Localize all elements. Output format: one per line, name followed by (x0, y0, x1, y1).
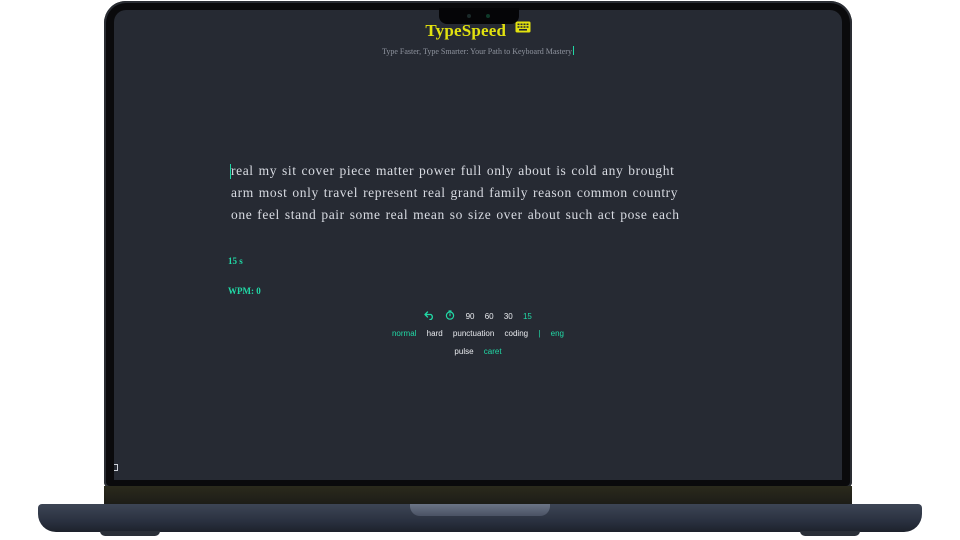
word-line: one feel stand pair some real mean so si… (231, 207, 680, 222)
mode-coding[interactable]: coding (505, 329, 529, 338)
caret-style-pulse[interactable]: pulse (454, 347, 473, 356)
mode-separator: | (538, 329, 541, 339)
duration-bar: 90 60 30 15 (114, 310, 842, 322)
laptop-trackpad-notch (410, 504, 550, 516)
app-header: TypeSpeed (114, 21, 842, 41)
duration-option-30[interactable]: 30 (504, 312, 513, 321)
duration-option-15[interactable]: 15 (523, 312, 532, 321)
camera-light-icon (486, 14, 490, 18)
duration-option-90[interactable]: 90 (466, 312, 475, 321)
mode-normal[interactable]: normal (392, 329, 416, 338)
laptop-foot (100, 531, 160, 536)
typing-caret (230, 164, 231, 179)
keyboard-icon (515, 20, 531, 38)
wpm-readout: WPM: 0 (228, 286, 261, 296)
stopwatch-icon[interactable] (445, 310, 455, 322)
restart-icon[interactable] (424, 310, 435, 322)
typing-area[interactable]: real my sit cover piece matter power ful… (230, 160, 731, 226)
mode-bar: normal hard punctuation coding | eng (114, 329, 842, 338)
timer-readout: 15 s (228, 256, 243, 266)
word-line: arm most only travel represent real gran… (231, 185, 679, 200)
word-line: real my sit cover piece matter power ful… (231, 163, 675, 178)
duration-option-60[interactable]: 60 (485, 312, 494, 321)
camera-notch (439, 8, 519, 24)
mode-punctuation[interactable]: punctuation (453, 329, 494, 338)
app-screen: TypeSpeed Type Faster, Type Smarter: You… (114, 10, 842, 480)
text-cursor-icon (114, 464, 118, 471)
tagline: Type Faster, Type Smarter: Your Path to … (114, 46, 842, 56)
mode-hard[interactable]: hard (427, 329, 443, 338)
caret-style-bar: pulse caret (114, 347, 842, 356)
laptop-foot (800, 531, 860, 536)
tagline-caret (572, 46, 574, 55)
caret-style-caret[interactable]: caret (484, 347, 502, 356)
language-option[interactable]: eng (551, 329, 564, 338)
camera-dot-icon (467, 14, 471, 18)
laptop-hinge (104, 486, 852, 504)
tagline-text: Type Faster, Type Smarter: Your Path to … (382, 47, 572, 56)
